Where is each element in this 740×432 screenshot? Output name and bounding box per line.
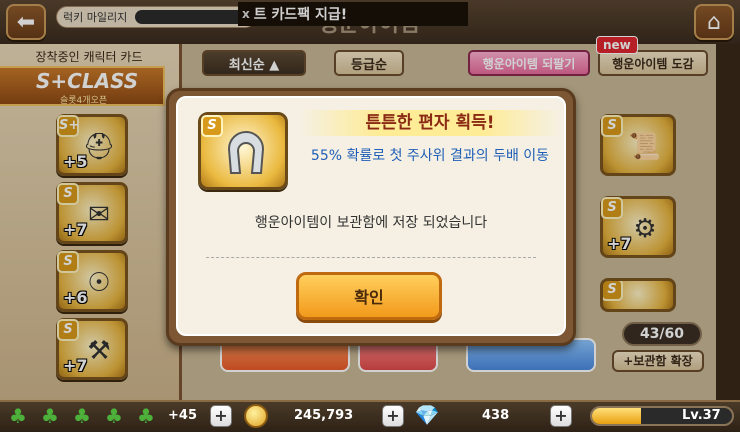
acquired-item-card: S bbox=[198, 112, 288, 190]
add-clover-button[interactable]: + bbox=[210, 405, 232, 427]
level-label: Lv.37 bbox=[682, 408, 721, 423]
add-gold-button[interactable]: + bbox=[382, 405, 404, 427]
clover-icon: ♣ bbox=[137, 404, 155, 428]
saved-message: 행운아이템이 보관함에 저장 되었습니다 bbox=[254, 215, 488, 231]
level-bar-fill bbox=[592, 408, 641, 424]
clover-icon: ♣ bbox=[9, 404, 27, 428]
dialog-divider bbox=[206, 257, 536, 258]
clover-icon: ♣ bbox=[41, 404, 59, 428]
add-gem-button[interactable]: + bbox=[550, 405, 572, 427]
item-description: 55% 확률로 첫 주사위 결과의 두배 이동 bbox=[310, 148, 550, 164]
clover-icon: ♣ bbox=[73, 404, 91, 428]
gem-amount: 438 bbox=[482, 408, 510, 423]
diamond-icon: 💎 bbox=[414, 403, 440, 427]
gold-coin-icon bbox=[244, 404, 268, 428]
dialog-title: 튼튼한 편자 획득! bbox=[300, 110, 560, 136]
gold-amount: 245,793 bbox=[294, 408, 354, 423]
confirm-button[interactable]: 확인 bbox=[296, 272, 442, 320]
clover-count: +45 bbox=[168, 408, 197, 423]
grade-badge: S bbox=[201, 115, 223, 137]
horseshoe-icon bbox=[227, 131, 265, 174]
clover-icon: ♣ bbox=[105, 404, 123, 428]
